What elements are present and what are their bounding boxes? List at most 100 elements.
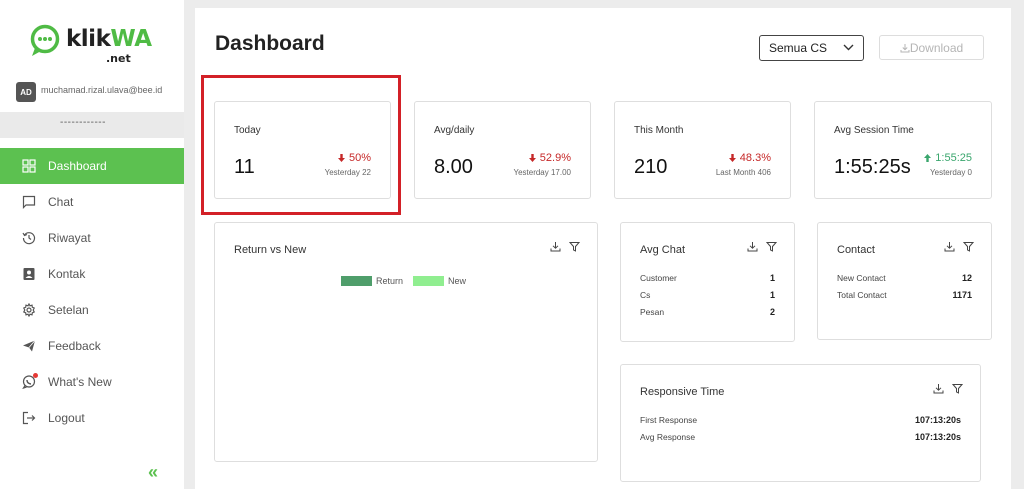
highlight-box	[201, 75, 401, 215]
main-panel: Dashboard Semua CS Download Today 11 50%…	[195, 8, 1011, 489]
gear-icon	[22, 303, 36, 317]
row-value: 1	[769, 273, 775, 283]
sidebar-item-logout[interactable]: Logout	[0, 400, 184, 436]
row-label: New Contact	[837, 273, 886, 283]
history-icon	[22, 232, 36, 245]
user-email: muchamad.rizal.ulava@bee.id	[41, 85, 163, 95]
row-value: 12	[961, 273, 972, 283]
chat-bubble-logo-icon	[30, 24, 60, 56]
legend-label-return: Return	[376, 276, 404, 286]
logout-icon	[22, 411, 36, 425]
legend-label-new: New	[448, 276, 467, 286]
row-value: 1	[769, 290, 775, 300]
sidebar-item-whats-new[interactable]: What's New	[0, 364, 184, 400]
stat-sub: Yesterday 17.00	[513, 168, 571, 177]
brand-suffix: .net	[106, 52, 131, 65]
row-label: Avg Response	[640, 432, 696, 442]
send-icon	[23, 340, 36, 352]
card-tools	[550, 241, 580, 252]
stat-label: Avg Session Time	[834, 125, 914, 136]
avatar: AD	[16, 82, 36, 102]
stat-sub: Last Month 406	[715, 168, 771, 177]
role-text: ------------	[60, 117, 106, 128]
filter-icon[interactable]	[963, 241, 974, 252]
arrow-down-icon	[728, 154, 736, 162]
stat-sub: Yesterday 0	[930, 168, 972, 177]
brand-name: klikWA	[66, 26, 152, 52]
row-value: 107:13:20s	[914, 415, 961, 425]
stat-value: 210	[634, 156, 668, 178]
double-chevron-left-icon[interactable]: «	[148, 462, 158, 483]
download-icon	[900, 43, 910, 52]
legend-swatch-new	[413, 276, 445, 286]
sidebar-item-label: Setelan	[48, 303, 89, 317]
stat-card-this-month: This Month 210 48.3% Last Month 406	[614, 101, 791, 199]
stat-value: 1:55:25s	[834, 156, 911, 178]
sidebar-item-label: Kontak	[48, 267, 86, 281]
stat-value: 8.00	[434, 156, 473, 178]
page-title: Dashboard	[215, 32, 325, 55]
brand-logo[interactable]: klikWA .net	[30, 24, 160, 66]
filter-icon[interactable]	[952, 383, 963, 394]
sidebar-item-label: Chat	[48, 195, 74, 209]
row-value: 107:13:20s	[914, 432, 961, 442]
row-value: 2	[769, 307, 775, 317]
chevron-down-icon	[843, 44, 854, 51]
sidebar-item-feedback[interactable]: Feedback	[0, 328, 184, 364]
filter-icon[interactable]	[766, 241, 777, 252]
sidebar: klikWA .net AD muchamad.rizal.ulava@bee.…	[0, 0, 184, 489]
role-selector[interactable]: ------------	[0, 112, 184, 138]
chart-legend: Return New	[341, 276, 466, 286]
card-tools	[933, 383, 963, 394]
download-icon[interactable]	[550, 241, 561, 252]
filter-icon[interactable]	[569, 241, 580, 252]
grid-icon	[22, 159, 36, 173]
arrow-up-icon	[924, 154, 932, 162]
avg-chat-card: Avg Chat Customer 1 Cs 1 Pesan 2	[620, 222, 795, 342]
stat-card-avg-session-time: Avg Session Time 1:55:25s 1:55:25 Yester…	[814, 101, 992, 199]
sidebar-item-label: Dashboard	[48, 159, 107, 173]
card-tools	[747, 241, 777, 252]
download-label: Download	[909, 40, 964, 55]
return-vs-new-card: Return vs New Return New	[214, 222, 598, 462]
sidebar-item-label: Riwayat	[48, 231, 91, 245]
download-icon[interactable]	[944, 241, 955, 252]
stat-label: This Month	[634, 125, 684, 136]
sidebar-item-label: Feedback	[48, 339, 101, 353]
row-label: Pesan	[640, 307, 665, 317]
contact-icon	[23, 268, 35, 280]
stat-card-avg-daily: Avg/daily 8.00 52.9% Yesterday 17.00	[414, 101, 591, 199]
row-label: First Response	[640, 415, 698, 425]
sidebar-item-riwayat[interactable]: Riwayat	[0, 220, 184, 256]
card-title: Responsive Time	[640, 386, 725, 398]
contact-card: Contact New Contact 12 Total Contact 117…	[817, 222, 992, 340]
download-icon[interactable]	[933, 383, 944, 394]
notification-dot	[33, 373, 38, 378]
sidebar-item-dashboard[interactable]: Dashboard	[0, 148, 184, 184]
sidebar-item-label: What's New	[48, 375, 112, 389]
cs-filter-select[interactable]: Semua CS	[759, 35, 864, 61]
row-label: Cs	[640, 290, 651, 300]
stat-change: 1:55:25	[924, 152, 972, 164]
stat-label: Avg/daily	[434, 125, 475, 136]
card-title: Return vs New	[234, 244, 307, 256]
whatsapp-icon	[22, 373, 38, 390]
stat-change: 52.9%	[528, 152, 571, 164]
legend-swatch-return	[341, 276, 372, 286]
user-info[interactable]: AD muchamad.rizal.ulava@bee.id	[16, 82, 184, 102]
row-label: Total Contact	[837, 290, 887, 300]
sidebar-item-chat[interactable]: Chat	[0, 184, 184, 220]
sidebar-item-label: Logout	[48, 411, 85, 425]
responsive-time-card: Responsive Time First Response 107:13:20…	[620, 364, 981, 482]
row-value: 1171	[952, 290, 972, 300]
arrow-down-icon	[528, 154, 536, 162]
stat-change: 48.3%	[728, 152, 771, 164]
download-button[interactable]: Download	[879, 35, 984, 60]
cs-filter-value: Semua CS	[769, 41, 828, 55]
chat-icon	[22, 195, 36, 209]
row-label: Customer	[640, 273, 677, 283]
card-tools	[944, 241, 974, 252]
download-icon[interactable]	[747, 241, 758, 252]
sidebar-item-kontak[interactable]: Kontak	[0, 256, 184, 292]
sidebar-item-setelan[interactable]: Setelan	[0, 292, 184, 328]
